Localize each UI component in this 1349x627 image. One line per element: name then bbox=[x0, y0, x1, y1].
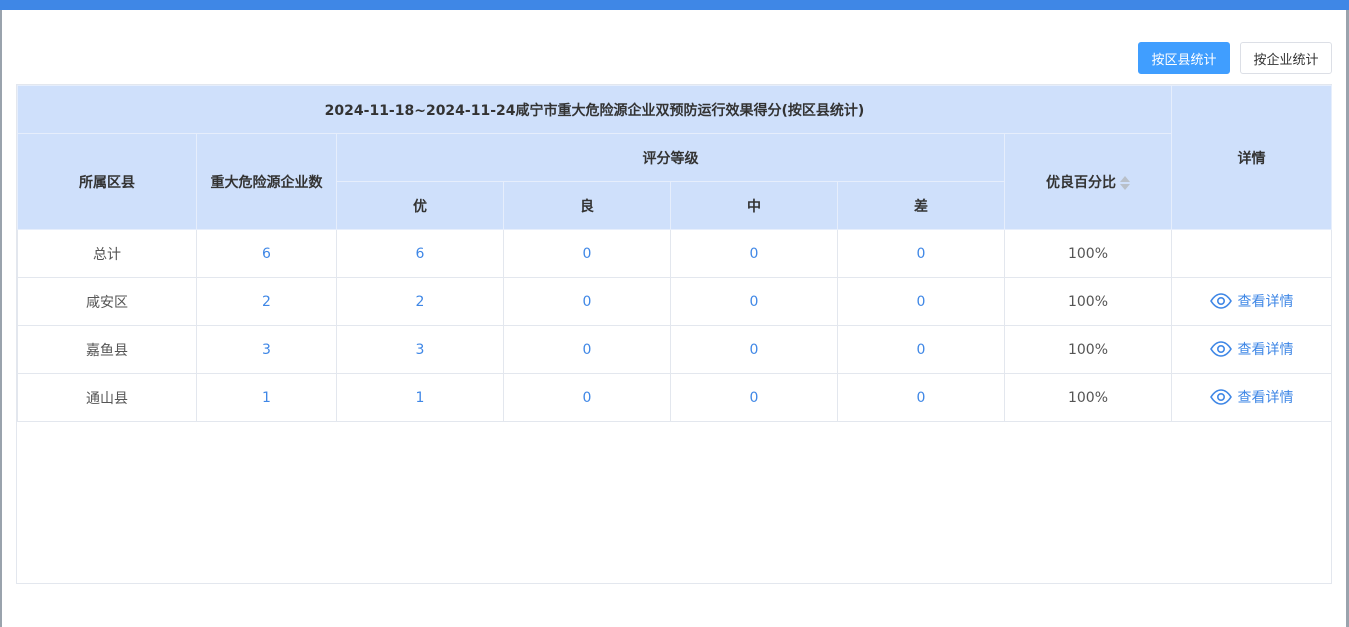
cell-enterprise-count[interactable]: 1 bbox=[196, 373, 337, 422]
cell-poor[interactable]: 0 bbox=[837, 373, 1005, 422]
cell-medium[interactable]: 0 bbox=[670, 229, 838, 278]
view-detail-link[interactable]: 查看详情 bbox=[1209, 339, 1294, 359]
cell-good[interactable]: 0 bbox=[503, 229, 671, 278]
table-body: 总计 6 6 0 0 0 100% 咸安区 2 2 0 0 0 100% 查看详情 嘉鱼县 3 3 0 0 0 100% 查… bbox=[17, 229, 1332, 422]
sort-descending-icon[interactable] bbox=[1120, 183, 1130, 190]
header-detail: 详情 bbox=[1171, 85, 1332, 230]
header-district: 所属区县 bbox=[17, 133, 197, 230]
by-enterprise-button[interactable]: 按企业统计 bbox=[1240, 42, 1332, 74]
eye-icon bbox=[1209, 388, 1232, 405]
dialog-left-edge bbox=[0, 10, 2, 627]
cell-detail: 查看详情 bbox=[1171, 325, 1332, 374]
statistics-table: 2024-11-18~2024-11-24咸宁市重大危险源企业双预防运行效果得分… bbox=[17, 85, 1332, 422]
cell-district: 嘉鱼县 bbox=[17, 325, 197, 374]
cell-detail: 查看详情 bbox=[1171, 373, 1332, 422]
cell-enterprise-count[interactable]: 3 bbox=[196, 325, 337, 374]
cell-excellent[interactable]: 2 bbox=[336, 277, 504, 326]
view-detail-label: 查看详情 bbox=[1237, 389, 1294, 406]
cell-ratio: 100% bbox=[1004, 229, 1172, 278]
cell-district: 总计 bbox=[17, 229, 197, 278]
cell-poor[interactable]: 0 bbox=[837, 325, 1005, 374]
cell-ratio: 100% bbox=[1004, 325, 1172, 374]
cell-enterprise-count[interactable]: 6 bbox=[196, 229, 337, 278]
table-title: 2024-11-18~2024-11-24咸宁市重大危险源企业双预防运行效果得分… bbox=[17, 85, 1172, 134]
view-detail-link[interactable]: 查看详情 bbox=[1209, 291, 1294, 311]
cell-poor[interactable]: 0 bbox=[837, 277, 1005, 326]
sort-caret-icon[interactable] bbox=[1120, 174, 1130, 192]
cell-ratio: 100% bbox=[1004, 373, 1172, 422]
table-row: 通山县 1 1 0 0 0 100% 查看详情 bbox=[17, 373, 1332, 422]
cell-district: 咸安区 bbox=[17, 277, 197, 326]
cell-medium[interactable]: 0 bbox=[670, 373, 838, 422]
header-poor: 差 bbox=[837, 181, 1005, 230]
header-excellent: 优 bbox=[336, 181, 504, 230]
table-row: 总计 6 6 0 0 0 100% bbox=[17, 229, 1332, 278]
by-county-button[interactable]: 按区县统计 bbox=[1138, 42, 1230, 74]
cell-detail bbox=[1171, 229, 1332, 278]
view-detail-label: 查看详情 bbox=[1237, 293, 1294, 310]
header-good: 良 bbox=[503, 181, 671, 230]
cell-good[interactable]: 0 bbox=[503, 277, 671, 326]
cell-excellent[interactable]: 1 bbox=[336, 373, 504, 422]
statistics-table-container: 2024-11-18~2024-11-24咸宁市重大危险源企业双预防运行效果得分… bbox=[16, 84, 1332, 584]
table-row: 咸安区 2 2 0 0 0 100% 查看详情 bbox=[17, 277, 1332, 326]
cell-medium[interactable]: 0 bbox=[670, 277, 838, 326]
header-rating-group: 评分等级 bbox=[336, 133, 1005, 182]
sort-ascending-icon[interactable] bbox=[1120, 175, 1130, 182]
view-detail-link[interactable]: 查看详情 bbox=[1209, 387, 1294, 407]
cell-district: 通山县 bbox=[17, 373, 197, 422]
view-detail-label: 查看详情 bbox=[1237, 341, 1294, 358]
header-medium: 中 bbox=[670, 181, 838, 230]
eye-icon bbox=[1209, 292, 1232, 309]
cell-poor[interactable]: 0 bbox=[837, 229, 1005, 278]
cell-good[interactable]: 0 bbox=[503, 325, 671, 374]
dialog-top-bar bbox=[0, 0, 1349, 10]
cell-excellent[interactable]: 3 bbox=[336, 325, 504, 374]
cell-good[interactable]: 0 bbox=[503, 373, 671, 422]
cell-enterprise-count[interactable]: 2 bbox=[196, 277, 337, 326]
cell-detail: 查看详情 bbox=[1171, 277, 1332, 326]
header-ratio-label: 优良百分比 bbox=[1046, 174, 1116, 191]
cell-ratio: 100% bbox=[1004, 277, 1172, 326]
table-row: 嘉鱼县 3 3 0 0 0 100% 查看详情 bbox=[17, 325, 1332, 374]
cell-excellent[interactable]: 6 bbox=[336, 229, 504, 278]
header-ratio[interactable]: 优良百分比 bbox=[1004, 133, 1172, 230]
header-enterprise-count: 重大危险源企业数 bbox=[196, 133, 337, 230]
cell-medium[interactable]: 0 bbox=[670, 325, 838, 374]
eye-icon bbox=[1209, 340, 1232, 357]
